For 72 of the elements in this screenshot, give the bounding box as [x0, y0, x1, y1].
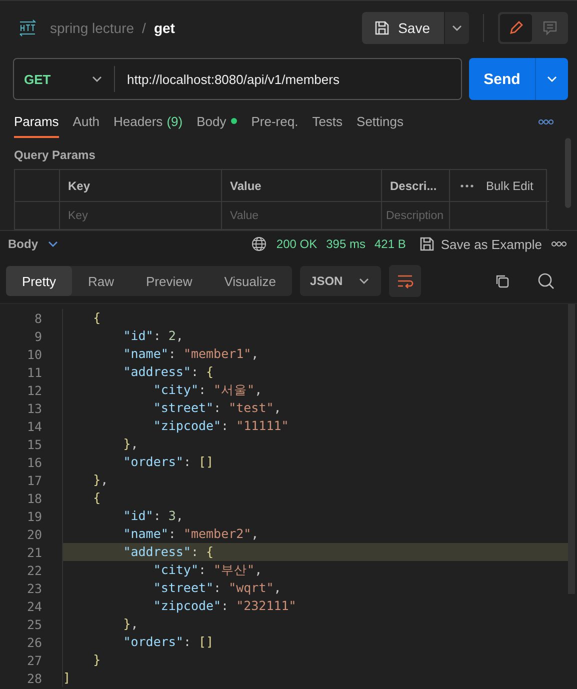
column-header: Key	[60, 170, 222, 202]
request-tab[interactable]: Headers (9)	[114, 106, 183, 138]
code-line: ]	[62, 669, 568, 687]
line-number: 28	[26, 670, 43, 686]
line-number: 21	[26, 544, 43, 560]
line-number: 9	[33, 328, 43, 344]
view-tab[interactable]: Raw	[72, 266, 130, 296]
pencil-icon	[508, 20, 524, 36]
status-code: 200 OK	[276, 237, 318, 251]
request-tab[interactable]: Body	[196, 106, 238, 138]
url-field[interactable]: GET http://localhost:8080/api/v1/members	[13, 58, 462, 100]
line-number: 11	[26, 364, 43, 380]
more-icon	[460, 184, 474, 188]
column-header: Value	[222, 170, 382, 202]
section-title: Query Params	[14, 148, 96, 162]
view-tab[interactable]: Pretty	[6, 266, 72, 296]
request-tab[interactable]: Params	[14, 106, 59, 138]
save-as-example-button[interactable]: Save as Example	[418, 236, 542, 252]
line-number: 23	[26, 580, 43, 596]
response-time: 395 ms	[326, 237, 366, 251]
line-number: 20	[26, 526, 43, 542]
body-dropdown[interactable]: Body	[8, 237, 60, 251]
save-button[interactable]: Save	[362, 12, 444, 44]
line-number: 24	[26, 598, 43, 614]
request-name: get	[154, 20, 175, 36]
save-dropdown-button[interactable]	[445, 12, 469, 44]
line-number: 8	[33, 310, 43, 326]
line-number: 27	[26, 652, 43, 668]
copy-icon	[494, 273, 510, 289]
view-tab[interactable]: Preview	[130, 266, 208, 296]
scrollbar[interactable]	[565, 138, 571, 208]
wrap-lines-icon	[396, 273, 414, 289]
line-number: 16	[26, 454, 43, 470]
edit-button[interactable]	[500, 14, 532, 42]
line-number: 15	[26, 436, 43, 452]
more-icon	[551, 241, 567, 247]
param-input[interactable]: Description	[386, 210, 445, 222]
code-line: "zipcode": "232111"	[62, 597, 568, 615]
response-size: 421 B	[374, 237, 406, 251]
param-input[interactable]: Key	[68, 210, 213, 222]
request-tab[interactable]: Auth	[72, 106, 100, 138]
line-number: 25	[26, 616, 43, 632]
request-tab[interactable]: Pre-req.	[251, 106, 298, 138]
code-line: },	[62, 615, 568, 633]
globe-icon	[251, 236, 268, 252]
format-dropdown[interactable]: JSON	[300, 266, 381, 296]
bulk-edit-link[interactable]: Bulk Edit	[486, 178, 534, 192]
line-number: 22	[26, 562, 43, 578]
request-tab[interactable]: Tests	[312, 106, 343, 138]
param-input[interactable]: Value	[230, 210, 373, 222]
wrap-lines-button[interactable]	[388, 265, 421, 297]
line-number: 26	[26, 634, 43, 650]
breadcrumb-separator: /	[142, 20, 146, 36]
line-number: 18	[26, 490, 43, 506]
view-tab[interactable]: Visualize	[208, 266, 292, 296]
search-icon	[537, 272, 555, 290]
line-number: 14	[26, 418, 43, 434]
request-tab[interactable]: Settings	[356, 106, 404, 138]
method-dropdown[interactable]: GET	[14, 59, 114, 99]
code-line: "orders": []	[62, 633, 568, 651]
scrollbar[interactable]	[568, 304, 575, 594]
column-header: Descri...	[382, 170, 450, 202]
line-number: 19	[26, 508, 43, 524]
line-number: 10	[26, 346, 43, 362]
more-icon	[538, 119, 554, 125]
arrows-icon	[18, 19, 38, 37]
code-line: }	[62, 651, 568, 669]
comment-icon	[542, 20, 558, 36]
line-number: 13	[26, 400, 43, 416]
line-number: 17	[26, 472, 43, 488]
line-number: 12	[26, 382, 43, 398]
collection-name[interactable]: spring lecture	[50, 20, 134, 36]
